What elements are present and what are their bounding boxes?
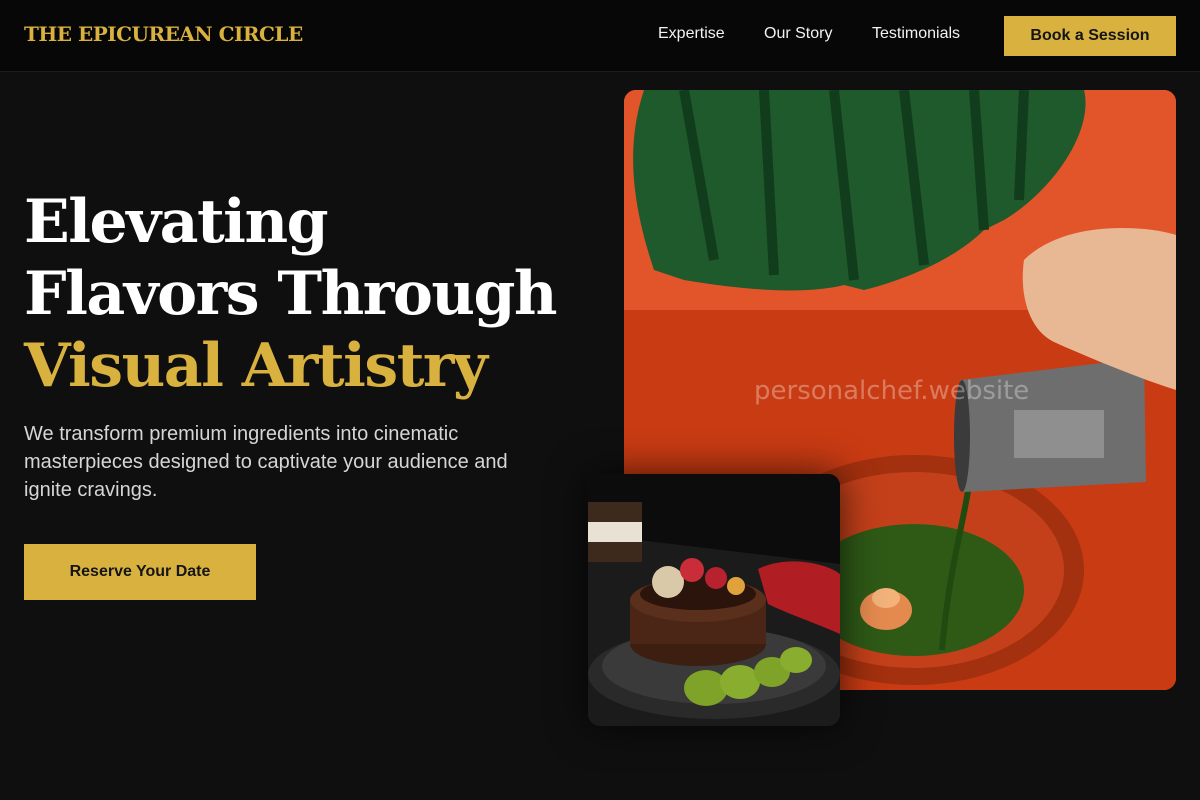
brand-logo[interactable]: THE EPICUREAN CIRCLE [24,22,303,46]
pancakes-photo [588,474,840,726]
hero-subcopy: We transform premium ingredients into ci… [24,423,508,501]
nav-link-testimonials[interactable]: Testimonials [872,25,960,43]
headline-line-2: Flavors Through [24,259,558,329]
pancakes-illustration [588,474,840,726]
nav-link-our-story[interactable]: Our Story [764,25,832,43]
reserve-date-button[interactable]: Reserve Your Date [24,544,256,600]
nav-link-expertise[interactable]: Expertise [658,25,725,43]
book-session-button[interactable]: Book a Session [1004,16,1176,56]
hero-headline: Elevating Flavors Through Visual Artistr… [24,186,614,402]
headline-line-1: Elevating [24,187,329,257]
main-watermark: personalchef.website [754,376,1030,406]
site-header: THE EPICUREAN CIRCLE Expertise Our Story… [0,0,1200,72]
headline-accent: Visual Artistry [24,331,488,401]
